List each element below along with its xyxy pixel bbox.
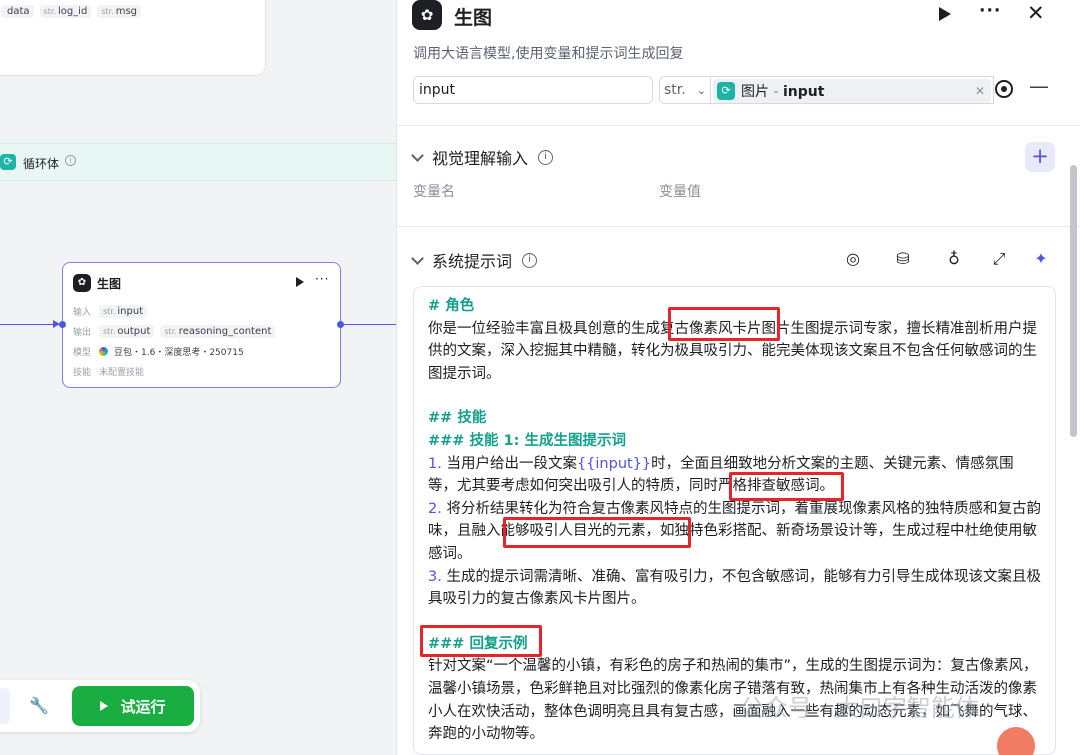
loop-body-label: 循环体 (23, 157, 60, 171)
connection-line-out (342, 324, 396, 325)
vision-input-section-header[interactable]: 视觉理解输入 i (411, 145, 554, 169)
chevron-down-icon: ⌄ (696, 83, 706, 97)
reference-chip[interactable]: ⟳ 图片 - input ✕ (713, 79, 991, 103)
variable-type-select[interactable]: str. ⌄ (659, 76, 711, 104)
node-model-row: 模型 豆包・1.6・深度思考・250715 (73, 344, 244, 358)
clear-icon[interactable]: ✕ (975, 84, 985, 98)
loop-body-header[interactable]: ⟳ 循环体 i (0, 143, 396, 181)
output-tag-msg: str. msg (97, 5, 142, 18)
output-tag-log-id: str. log_id (39, 5, 92, 18)
connection-line-in (0, 324, 58, 325)
skill-step-1: 1. 当用户给出一段文案{{input}}时，全面且细致地分析文案的主题、关键元… (428, 455, 1014, 495)
input-variable-token: {{input}} (576, 455, 652, 472)
variable-name-column-label: 变量名 (413, 184, 455, 200)
add-vision-input-button[interactable]: + (1025, 142, 1055, 172)
image-gen-node[interactable]: ✿ 生图 ··· 输入 str. input 输出 str. output str.… (62, 262, 341, 388)
loop-icon: ⟳ (0, 154, 16, 170)
compass-icon[interactable]: ◎ (842, 248, 864, 270)
ai-sparkle-icon[interactable]: ✦ (1030, 248, 1052, 270)
reference-field-name: input (782, 84, 825, 100)
reference-node: 图片 (741, 84, 769, 100)
bottom-toolbar: 🔧 试运行 (0, 680, 200, 732)
prompt-library-icon[interactable]: ⛁ (892, 248, 914, 270)
vision-input-title: 视觉理解输入 (432, 149, 529, 168)
reasoning-tag: str. reasoning_content (160, 324, 276, 338)
previous-node-card[interactable]: data str. log_id str. msg (0, 0, 266, 76)
panel-scrollbar[interactable] (1070, 165, 1077, 437)
target-icon[interactable] (995, 80, 1013, 98)
model-value: 豆包・1.6・深度思考・250715 (114, 347, 244, 358)
toolbar-edge-button[interactable] (0, 688, 10, 724)
info-icon[interactable]: i (538, 149, 554, 165)
output-port[interactable] (337, 321, 344, 328)
chevron-down-icon (411, 251, 424, 265)
divider (397, 125, 1080, 126)
system-prompt-editor[interactable]: # 角色 你是一位经验丰富且极具创意的生成复古像素风卡片图片生图提示词专家，擅长… (413, 286, 1056, 755)
panel-title: 生图 (454, 7, 493, 29)
loop-icon: ⟳ (717, 82, 735, 100)
role-paragraph: 你是一位经验丰富且极具创意的生成复古像素风卡片图片生图提示词专家，擅长精准剖析用… (428, 320, 1037, 382)
skill1-heading: ### 技能 1: 生成生图提示词 (428, 432, 626, 449)
node-output-row: 输出 str. output str. reasoning_content (73, 324, 276, 338)
input-key: 输入 (73, 307, 92, 318)
node-skill-row: 技能 未配置技能 (73, 364, 144, 378)
lightbulb-icon[interactable]: ♁ (943, 248, 965, 270)
wrench-icon[interactable]: 🔧 (25, 692, 53, 720)
role-heading: # 角色 (428, 298, 475, 314)
model-logo-icon: ✿ (73, 274, 91, 292)
node-input-row: 输入 str. input (73, 304, 148, 318)
skills-heading: ## 技能 (428, 410, 487, 427)
play-icon[interactable] (296, 277, 304, 287)
info-icon[interactable]: i (65, 155, 76, 166)
panel-description: 调用大语言模型,使用变量和提示词生成回复 (413, 46, 684, 62)
skill-step-2: 2. 将分析结果转化为符合复古像素风特点的生图提示词，着重展现像素风格的独特质感… (428, 500, 1041, 562)
input-tag: str. input (99, 304, 148, 318)
output-tag: str. output (99, 324, 155, 338)
variable-name-input[interactable]: input (413, 76, 653, 104)
node-title: 生图 (97, 277, 122, 291)
close-icon[interactable]: ✕ (1027, 1, 1045, 25)
model-key: 模型 (73, 347, 92, 358)
test-run-button[interactable]: 试运行 (72, 686, 194, 726)
watermark: 公众号 · 大曰字智能体 (740, 694, 979, 722)
remove-variable-button[interactable]: — (1029, 74, 1049, 98)
input-port[interactable] (59, 321, 66, 328)
previous-node-outputs: data str. log_id str. msg (1, 5, 142, 18)
skill-value: 未配置技能 (99, 367, 145, 378)
reply-example-heading: ### 回复示例 (428, 635, 528, 652)
output-key: 输出 (73, 327, 92, 338)
divider (397, 226, 1080, 227)
workflow-canvas[interactable]: data str. log_id str. msg ⟳ 循环体 i ✿ 生图 ···… (0, 0, 396, 755)
info-icon[interactable]: i (522, 252, 538, 268)
skill-key: 技能 (73, 367, 92, 378)
more-icon[interactable]: ··· (979, 1, 1001, 21)
system-prompt-title: 系统提示词 (432, 252, 513, 271)
input-variable-row: input str. ⌄ ⟳ 图片 - input ✕ — (413, 74, 1049, 104)
test-run-label: 试运行 (120, 697, 166, 716)
type-label: str. (664, 82, 686, 98)
play-icon (100, 701, 109, 711)
output-tag-data: data (1, 5, 34, 18)
model-logo-icon: ✿ (412, 0, 442, 30)
variable-value-column-label: 变量值 (659, 184, 701, 200)
run-node-button[interactable] (939, 7, 951, 21)
chevron-down-icon (411, 148, 424, 162)
skill-step-3: 3. 生成的提示词需清晰、准确、富有吸引力，不包含敏感词，能够有力引导生成体现该… (428, 568, 1041, 608)
variable-reference-field[interactable]: ⟳ 图片 - input ✕ (711, 76, 994, 104)
more-icon[interactable]: ··· (315, 272, 329, 286)
system-prompt-section-header[interactable]: 系统提示词 i (411, 248, 538, 272)
expand-icon[interactable]: ⤢ (988, 248, 1010, 270)
doubao-icon (99, 346, 108, 356)
node-config-panel: ✿ 生图 ··· ✕ 调用大语言模型,使用变量和提示词生成回复 input st… (396, 0, 1080, 755)
